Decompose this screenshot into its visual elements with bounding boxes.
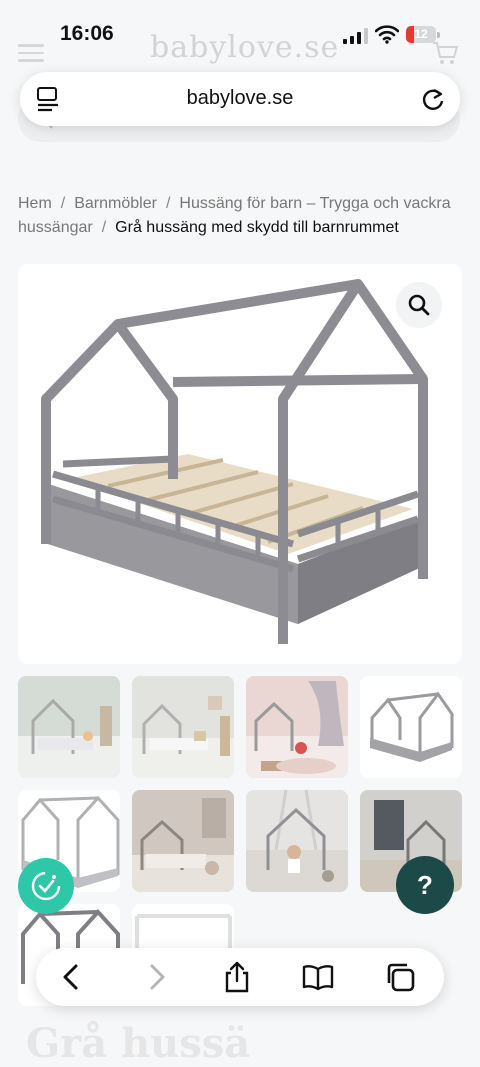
zoom-button[interactable] — [396, 282, 442, 328]
thumbnail-room-image — [132, 676, 234, 778]
breadcrumb-home[interactable]: Hem — [18, 195, 52, 212]
cart-icon[interactable] — [432, 40, 458, 66]
breadcrumb-separator: / — [60, 195, 66, 212]
browser-address-bar[interactable]: babylove.se — [20, 72, 460, 126]
url-text[interactable]: babylove.se — [110, 87, 370, 110]
breadcrumb-separator: / — [165, 195, 171, 212]
breadcrumb-separator: / — [101, 219, 107, 236]
browser-toolbar — [36, 948, 444, 1006]
reload-icon[interactable] — [420, 85, 446, 113]
thumbnail-room-image — [246, 676, 348, 778]
status-time: 16:06 — [60, 22, 114, 45]
accessibility-icon — [31, 871, 61, 901]
product-thumbnail[interactable] — [18, 676, 120, 778]
help-button[interactable]: ? — [396, 856, 454, 914]
share-icon[interactable] — [221, 961, 253, 993]
back-icon[interactable] — [56, 961, 88, 993]
product-main-image[interactable] — [18, 264, 462, 664]
bookmarks-icon[interactable] — [302, 961, 334, 993]
product-thumbnail[interactable] — [246, 676, 348, 778]
accessibility-button[interactable] — [18, 858, 74, 914]
breadcrumb-current: Grå hussäng med skydd till barnrummet — [115, 219, 399, 236]
menu-icon[interactable] — [18, 44, 44, 62]
cellular-signal-icon — [343, 28, 368, 44]
house-bed-illustration — [41, 279, 428, 644]
breadcrumb-category[interactable]: Barnmöbler — [74, 195, 157, 212]
page-menu-icon[interactable] — [36, 86, 60, 112]
thumbnail-room-image — [18, 676, 120, 778]
product-thumbnail[interactable] — [132, 676, 234, 778]
tabs-icon[interactable] — [384, 961, 416, 993]
thumbnail-room-image — [246, 790, 348, 892]
forward-icon[interactable] — [140, 961, 172, 993]
product-title: Grå hussä — [26, 1020, 251, 1067]
site-logo[interactable]: babylove.se — [150, 30, 338, 65]
zoom-icon — [408, 294, 430, 316]
product-thumbnail[interactable] — [132, 790, 234, 892]
help-label: ? — [417, 870, 433, 900]
product-thumbnail[interactable] — [360, 676, 462, 778]
thumbnail-room-image — [132, 790, 234, 892]
breadcrumb: Hem / Barnmöbler / Hussäng för barn – Trygga… — [18, 192, 468, 240]
wifi-icon — [375, 25, 399, 44]
thumbnail-product-image — [370, 691, 454, 762]
product-thumbnail[interactable] — [246, 790, 348, 892]
